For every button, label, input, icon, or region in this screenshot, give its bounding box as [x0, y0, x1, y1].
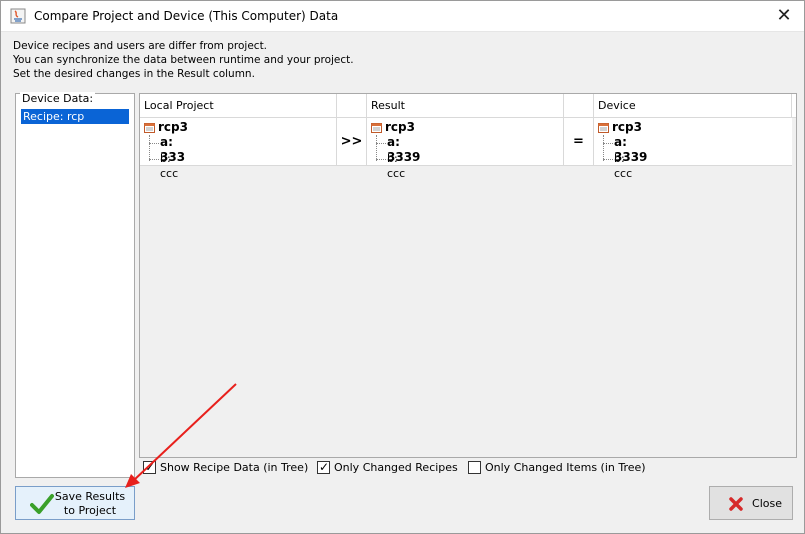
cell-local-project[interactable]: rcp3 a: 333 b: ccc: [140, 118, 337, 180]
tree-branch: [603, 143, 613, 144]
check-mark-icon: ✓: [319, 460, 330, 474]
table-row[interactable]: rcp3 a: 333 b: ccc >> rcp3 a: 3339 b: cc…: [140, 118, 792, 180]
window-title: Compare Project and Device (This Compute…: [34, 9, 339, 23]
checkbox-label[interactable]: Show Recipe Data (in Tree): [160, 460, 308, 476]
copy-to-result-button[interactable]: >>: [337, 118, 366, 165]
title-bar: Compare Project and Device (This Compute…: [1, 1, 804, 32]
tree-connector: [603, 135, 614, 161]
recipe-icon: [144, 123, 155, 133]
compare-table: Local Project Result Device rcp3 a: 333 …: [139, 93, 797, 458]
checkbox-label[interactable]: Only Changed Items (in Tree): [485, 460, 646, 476]
device-data-panel: Device Data: Recipe: rcp: [15, 92, 135, 478]
options-bar: ✓ Show Recipe Data (in Tree) ✓ Only Chan…: [1, 460, 805, 478]
save-label-line-2: to Project: [63, 504, 117, 517]
info-line-2: You can synchronize the data between run…: [13, 54, 354, 66]
header-result[interactable]: Result: [367, 94, 564, 117]
checkbox-box[interactable]: ✓: [143, 460, 156, 474]
checkbox-label[interactable]: Only Changed Recipes: [334, 460, 458, 476]
recipe-value-b: b: ccc: [387, 152, 406, 180]
recipe-name: rcp3: [612, 120, 642, 134]
tree-branch: [603, 159, 613, 160]
recipe-name: rcp3: [385, 120, 415, 134]
cell-op1[interactable]: >>: [337, 118, 367, 165]
recipe-value-b: b: ccc: [160, 152, 179, 180]
save-label-line-1: Save Results: [54, 490, 126, 503]
cell-op2[interactable]: =: [564, 118, 594, 165]
equal-indicator[interactable]: =: [564, 118, 593, 165]
tree-branch: [149, 159, 159, 160]
red-x-icon: [729, 497, 743, 511]
header-local-project[interactable]: Local Project: [140, 94, 337, 117]
save-results-button[interactable]: Save Results to Project: [15, 486, 135, 520]
checkbox-box[interactable]: ✓: [317, 460, 330, 474]
cell-result[interactable]: rcp3 a: 3339 b: ccc: [367, 118, 564, 180]
recipe-value-b: b: ccc: [614, 152, 633, 180]
check-mark-icon: ✓: [145, 460, 156, 474]
recipe-icon: [371, 123, 382, 133]
close-button[interactable]: Close: [709, 486, 793, 520]
header-op1: [337, 94, 367, 117]
tree-branch: [149, 143, 159, 144]
info-line-1: Device recipes and users are differ from…: [13, 40, 268, 52]
close-button-label: Close: [752, 497, 782, 510]
recipe-icon: [598, 123, 609, 133]
recipe-name: rcp3: [158, 120, 188, 134]
tree-connector: [149, 135, 160, 161]
cell-device[interactable]: rcp3 a: 3339 b: ccc: [594, 118, 792, 180]
info-text: Device recipes and users are differ from…: [13, 39, 354, 81]
tree-branch: [376, 143, 386, 144]
device-data-legend: Device Data:: [20, 92, 96, 105]
save-button-label: Save Results to Project: [54, 490, 126, 518]
java-app-icon: [10, 8, 26, 24]
dialog-window: Compare Project and Device (This Compute…: [0, 0, 805, 534]
tree-connector: [376, 135, 387, 161]
checkbox-box[interactable]: [468, 461, 481, 474]
window-close-button[interactable]: ✕: [774, 6, 794, 26]
table-header: Local Project Result Device: [140, 94, 796, 118]
checkmark-icon: [30, 494, 54, 514]
tree-branch: [376, 159, 386, 160]
info-line-3: Set the desired changes in the Result co…: [13, 68, 255, 80]
list-item-recipe[interactable]: Recipe: rcp: [21, 109, 129, 124]
header-device[interactable]: Device: [594, 94, 792, 117]
header-op2: [564, 94, 594, 117]
